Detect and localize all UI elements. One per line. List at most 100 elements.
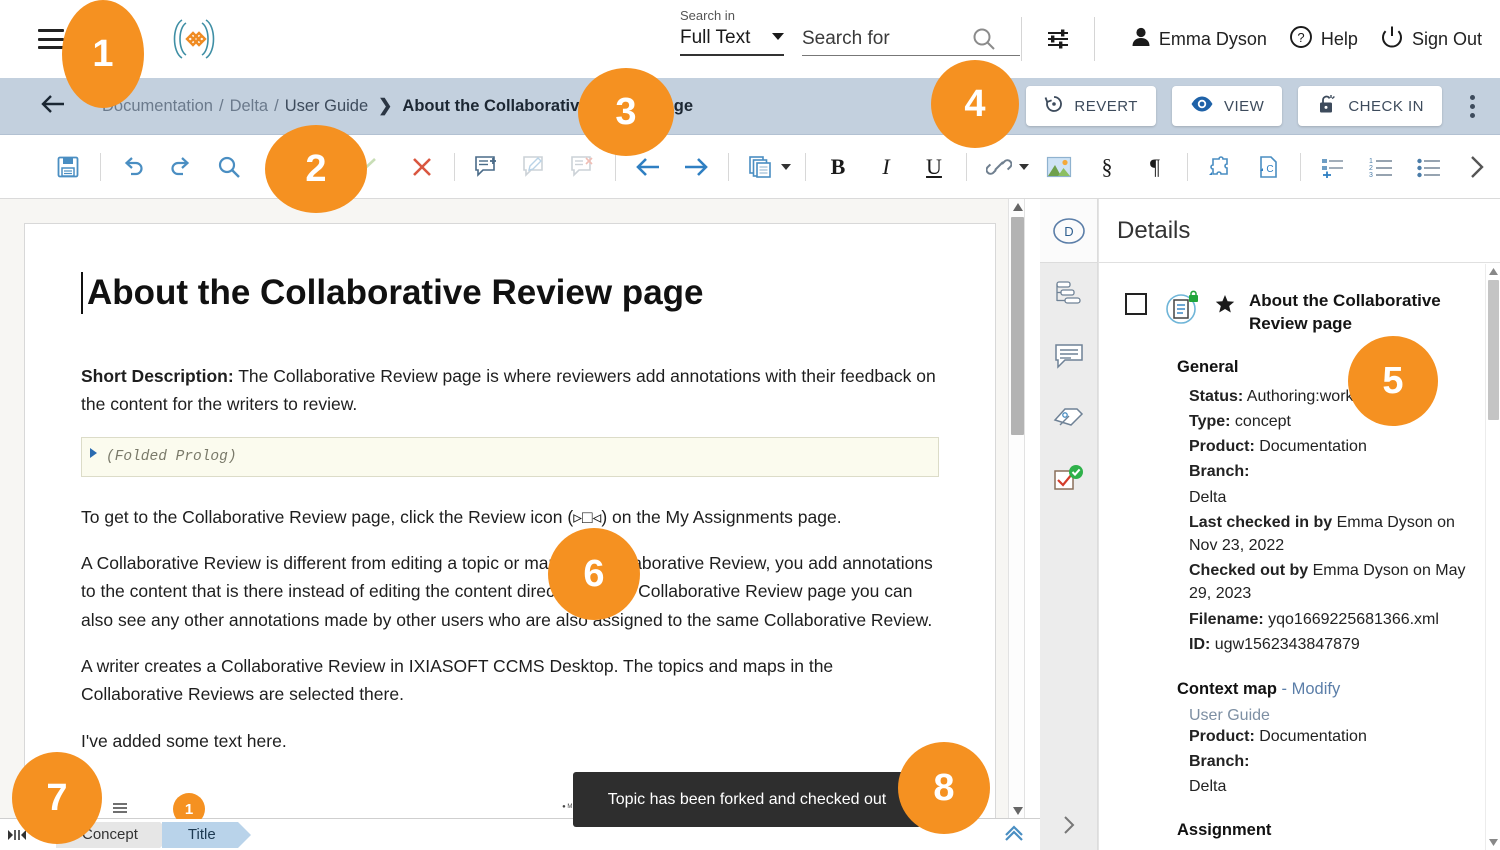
unordered-list-icon[interactable] bbox=[1409, 147, 1449, 187]
search-in-dropdown[interactable]: Full Text bbox=[680, 27, 784, 56]
toolbar-overflow-chevron-icon[interactable] bbox=[1452, 135, 1500, 198]
details-scrollbar[interactable] bbox=[1485, 264, 1500, 850]
copy-icon[interactable] bbox=[741, 147, 781, 187]
revert-button[interactable]: REVERT bbox=[1026, 86, 1156, 126]
user-account-button[interactable]: Emma Dyson bbox=[1131, 26, 1267, 53]
edit-comment-icon[interactable] bbox=[515, 147, 555, 187]
document-paragraph-1[interactable]: To get to the Collaborative Review page,… bbox=[81, 503, 939, 531]
rail-review-checklist-icon[interactable] bbox=[1040, 449, 1097, 511]
power-icon bbox=[1380, 25, 1404, 54]
breadcrumb-item-delta[interactable]: Delta bbox=[230, 97, 269, 116]
callout-badge-4: 4 bbox=[931, 60, 1019, 148]
insert-element-icon[interactable] bbox=[1200, 147, 1240, 187]
expand-triangle-icon[interactable] bbox=[90, 447, 97, 458]
ordered-list-icon[interactable]: 123 bbox=[1361, 147, 1401, 187]
details-scroll-thumb[interactable] bbox=[1488, 280, 1499, 420]
details-topic-title: About the Collaborative Review page bbox=[1249, 291, 1441, 333]
rail-tab-details[interactable]: D bbox=[1040, 199, 1097, 263]
insert-conref-icon[interactable]: C bbox=[1248, 147, 1288, 187]
document-paragraph-3[interactable]: A writer creates a Collaborative Review … bbox=[81, 652, 939, 709]
svg-text:3: 3 bbox=[1369, 172, 1373, 178]
document-page[interactable]: About the Collaborative Review page Shor… bbox=[24, 223, 996, 819]
svg-text:2: 2 bbox=[1369, 165, 1373, 172]
check-in-button[interactable]: CHECK IN bbox=[1298, 86, 1442, 126]
header-divider bbox=[1020, 17, 1022, 61]
section-symbol-icon[interactable]: § bbox=[1087, 147, 1127, 187]
filter-settings-icon[interactable] bbox=[1046, 27, 1070, 51]
rail-tags-icon[interactable] bbox=[1040, 387, 1097, 449]
rail-structure-icon[interactable] bbox=[1040, 263, 1097, 325]
document-paragraph-2[interactable]: A Collaborative Review is different from… bbox=[81, 549, 939, 634]
locked-document-icon[interactable] bbox=[1163, 290, 1203, 331]
underline-icon[interactable]: U bbox=[914, 147, 954, 187]
details-scroll-down-arrow-icon[interactable] bbox=[1486, 835, 1500, 850]
rail-expand-chevron-icon[interactable] bbox=[1040, 814, 1098, 836]
details-section-assignment: Assignment bbox=[1177, 820, 1272, 839]
link-caret-icon[interactable] bbox=[1019, 163, 1029, 170]
undo-icon[interactable] bbox=[113, 147, 153, 187]
scroll-up-arrow-icon[interactable] bbox=[1009, 199, 1026, 215]
context-map-product: Product: Documentation bbox=[1189, 727, 1367, 745]
delete-comment-icon[interactable] bbox=[563, 147, 603, 187]
details-field-branch: Branch: bbox=[1189, 463, 1250, 481]
insert-comment-icon[interactable] bbox=[467, 147, 507, 187]
check-in-label: CHECK IN bbox=[1348, 97, 1424, 115]
chevron-down-icon bbox=[772, 33, 784, 40]
breadcrumb-actions: REVERT VIEW CHECK IN bbox=[1010, 86, 1486, 126]
definition-list-icon[interactable] bbox=[1313, 147, 1353, 187]
details-header: Details bbox=[1099, 199, 1500, 263]
collapse-chevron-icon[interactable] bbox=[1002, 823, 1026, 846]
bold-icon[interactable]: B bbox=[818, 147, 858, 187]
details-scroll-up-arrow-icon[interactable] bbox=[1486, 264, 1500, 279]
paragraph-symbol-icon[interactable]: ¶ bbox=[1135, 147, 1175, 187]
details-topic-row: About the Collaborative Review page bbox=[1125, 290, 1469, 336]
view-label: VIEW bbox=[1223, 97, 1265, 115]
document-paragraph-4[interactable]: I've added some text here. bbox=[81, 727, 939, 755]
hamburger-menu-icon[interactable] bbox=[38, 29, 64, 49]
user-avatar-icon bbox=[1131, 26, 1151, 53]
editor-scrollbar[interactable] bbox=[1008, 199, 1025, 819]
back-arrow-icon[interactable] bbox=[40, 94, 66, 119]
context-map-modify-link[interactable]: - Modify bbox=[1282, 680, 1341, 698]
details-field-filename: Filename: yqo1669225681366.xml bbox=[1189, 610, 1439, 628]
short-description-paragraph[interactable]: Short Description: The Collaborative Rev… bbox=[81, 362, 939, 419]
copy-caret-icon[interactable] bbox=[781, 163, 791, 170]
folded-prolog-label: (Folded Prolog) bbox=[106, 448, 237, 465]
context-map-label: Context map bbox=[1177, 679, 1277, 698]
scroll-down-arrow-icon[interactable] bbox=[1009, 803, 1026, 819]
breadcrumb-chevron-icon: ❯ bbox=[378, 96, 393, 115]
sign-out-button[interactable]: Sign Out bbox=[1380, 25, 1482, 54]
search-icon[interactable] bbox=[971, 26, 997, 52]
view-button[interactable]: VIEW bbox=[1171, 86, 1283, 126]
toolbar-divider-3 bbox=[454, 152, 455, 181]
lock-check-in-icon bbox=[1316, 93, 1338, 120]
embedded-callout-1: 1 bbox=[173, 793, 205, 819]
redo-icon[interactable] bbox=[161, 147, 201, 187]
toolbar-divider-4 bbox=[615, 152, 616, 181]
breadcrumb-separator-1: / bbox=[218, 96, 224, 115]
rail-comments-icon[interactable] bbox=[1040, 325, 1097, 387]
next-change-icon[interactable] bbox=[676, 147, 716, 187]
element-path-title[interactable]: Title bbox=[161, 821, 251, 848]
user-name-label: Emma Dyson bbox=[1158, 28, 1267, 49]
italic-icon[interactable]: I bbox=[866, 147, 906, 187]
help-button[interactable]: ? Help bbox=[1289, 25, 1358, 54]
context-map-link-user-guide[interactable]: User Guide bbox=[1189, 707, 1469, 725]
folded-prolog-box[interactable]: (Folded Prolog) bbox=[81, 436, 939, 477]
insert-link-icon[interactable] bbox=[979, 147, 1019, 187]
delete-tracked-change-icon[interactable] bbox=[402, 147, 442, 187]
find-replace-icon[interactable] bbox=[209, 147, 249, 187]
breadcrumb-item-user-guide[interactable]: User Guide bbox=[285, 97, 368, 116]
save-icon[interactable] bbox=[48, 147, 88, 187]
insert-image-icon[interactable] bbox=[1039, 147, 1079, 187]
help-label: Help bbox=[1320, 28, 1358, 49]
scroll-thumb[interactable] bbox=[1011, 217, 1024, 435]
select-topic-checkbox[interactable] bbox=[1125, 293, 1147, 315]
details-field-type: Type: concept bbox=[1189, 413, 1291, 431]
toolbar-divider-8 bbox=[1187, 152, 1188, 181]
favorite-star-icon[interactable] bbox=[1215, 294, 1235, 319]
document-title[interactable]: About the Collaborative Review page bbox=[81, 272, 939, 314]
context-map-branch: Branch: bbox=[1189, 753, 1250, 771]
kebab-menu-icon[interactable] bbox=[1458, 94, 1486, 118]
details-field-branch-value: Delta bbox=[1189, 488, 1227, 506]
